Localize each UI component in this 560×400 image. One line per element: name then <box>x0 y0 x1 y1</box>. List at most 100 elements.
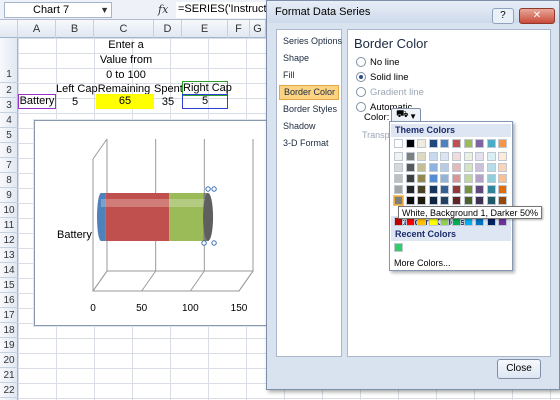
row-header[interactable]: 22 <box>0 383 18 398</box>
theme-shade-swatch[interactable] <box>394 152 403 161</box>
selection-handle[interactable] <box>211 240 217 246</box>
theme-color-swatch[interactable] <box>486 139 496 148</box>
theme-shade-swatch[interactable] <box>486 196 496 205</box>
nav-item-border-color[interactable]: Border Color <box>279 85 339 100</box>
theme-shade-swatch[interactable] <box>463 174 473 183</box>
theme-shade-swatch[interactable] <box>428 196 438 205</box>
theme-shade-swatch[interactable] <box>486 185 496 194</box>
theme-shade-swatch[interactable] <box>405 174 415 183</box>
row-header[interactable]: 8 <box>0 173 18 188</box>
bar-segment-0[interactable] <box>101 193 106 241</box>
fx-icon[interactable]: fx <box>158 3 168 16</box>
row-header[interactable]: 13 <box>0 248 18 263</box>
theme-shade-swatch[interactable] <box>394 174 403 183</box>
row-header[interactable]: 12 <box>0 233 18 248</box>
theme-shade-swatch[interactable] <box>463 185 473 194</box>
cell-e3[interactable]: 5 <box>182 94 228 109</box>
theme-shade-swatch[interactable] <box>405 185 415 194</box>
theme-shade-swatch[interactable] <box>428 174 438 183</box>
cell-b2[interactable]: Left Cap <box>56 83 98 95</box>
nav-item-border-styles[interactable]: Border Styles <box>279 102 339 117</box>
row-header[interactable]: 5 <box>0 128 18 143</box>
theme-shade-swatch[interactable] <box>475 185 485 194</box>
theme-shade-swatch[interactable] <box>405 163 415 172</box>
theme-shade-swatch[interactable] <box>486 152 496 161</box>
theme-color-swatch[interactable] <box>405 139 415 148</box>
theme-shade-swatch[interactable] <box>428 185 438 194</box>
more-colors-link[interactable]: More Colors... <box>394 258 451 268</box>
row-header[interactable]: 1 <box>0 38 18 83</box>
nav-item-series-options[interactable]: Series Options <box>279 34 342 49</box>
row-header[interactable]: 6 <box>0 143 18 158</box>
row-header[interactable]: 18 <box>0 323 18 338</box>
theme-shade-swatch[interactable] <box>475 163 485 172</box>
close-button[interactable]: Close <box>497 359 541 379</box>
theme-shade-swatch[interactable] <box>475 196 485 205</box>
nav-item-shape[interactable]: Shape <box>279 51 339 66</box>
column-header-f[interactable]: F <box>228 20 250 38</box>
theme-shade-swatch[interactable] <box>498 163 508 172</box>
row-header[interactable]: 14 <box>0 263 18 278</box>
cell-b3[interactable]: 5 <box>56 96 94 108</box>
theme-shade-swatch[interactable] <box>440 163 450 172</box>
column-header-b[interactable]: B <box>56 20 94 38</box>
theme-color-swatch[interactable] <box>428 139 438 148</box>
theme-shade-swatch[interactable] <box>428 163 438 172</box>
cell-a3[interactable]: Battery <box>18 94 56 109</box>
row-header[interactable]: 16 <box>0 293 18 308</box>
selection-handle[interactable] <box>205 186 211 192</box>
close-icon[interactable]: ✕ <box>519 8 555 24</box>
theme-color-swatch[interactable] <box>452 139 461 148</box>
theme-shade-swatch[interactable] <box>440 152 450 161</box>
theme-shade-swatch[interactable] <box>486 163 496 172</box>
nav-item-fill[interactable]: Fill <box>279 68 339 83</box>
theme-shade-swatch[interactable] <box>394 196 403 205</box>
row-header[interactable]: 2 <box>0 83 18 98</box>
nav-item-3d-format[interactable]: 3-D Format <box>279 136 339 151</box>
theme-shade-swatch[interactable] <box>417 185 427 194</box>
row-header[interactable]: 4 <box>0 113 18 128</box>
cell-d3[interactable]: 35 <box>154 96 182 108</box>
theme-shade-swatch[interactable] <box>417 163 427 172</box>
help-icon[interactable]: ? <box>491 8 514 24</box>
theme-shade-swatch[interactable] <box>417 196 427 205</box>
theme-shade-swatch[interactable] <box>463 163 473 172</box>
row-header[interactable]: 7 <box>0 158 18 173</box>
row-header[interactable]: 9 <box>0 188 18 203</box>
theme-shade-swatch[interactable] <box>394 185 403 194</box>
name-box[interactable]: Chart 7 ▼ <box>4 2 112 18</box>
theme-shade-swatch[interactable] <box>452 185 461 194</box>
selection-handle[interactable] <box>211 186 217 192</box>
row-header[interactable]: 19 <box>0 338 18 353</box>
theme-shade-swatch[interactable] <box>440 185 450 194</box>
theme-shade-swatch[interactable] <box>498 196 508 205</box>
theme-shade-swatch[interactable] <box>498 152 508 161</box>
radio-button[interactable] <box>356 57 366 68</box>
row-header[interactable]: 17 <box>0 308 18 323</box>
theme-shade-swatch[interactable] <box>394 163 403 172</box>
column-header-a[interactable]: A <box>18 20 56 38</box>
row-header[interactable]: 20 <box>0 353 18 368</box>
bar-segment-1[interactable] <box>105 193 170 241</box>
column-header-c[interactable]: C <box>94 20 154 38</box>
nav-item-shadow[interactable]: Shadow <box>279 119 339 134</box>
cell-d2[interactable]: Spent <box>154 83 183 95</box>
theme-shade-swatch[interactable] <box>440 174 450 183</box>
theme-color-swatch[interactable] <box>463 139 473 148</box>
theme-shade-swatch[interactable] <box>475 174 485 183</box>
column-header-d[interactable]: D <box>154 20 182 38</box>
radio-solid-line[interactable]: Solid line <box>356 71 409 85</box>
theme-shade-swatch[interactable] <box>405 196 415 205</box>
theme-shade-swatch[interactable] <box>452 174 461 183</box>
theme-shade-swatch[interactable] <box>498 174 508 183</box>
theme-color-swatch[interactable] <box>417 139 427 148</box>
theme-shade-swatch[interactable] <box>452 152 461 161</box>
battery-chart[interactable]: 0 50 100 150 Battery <box>34 120 272 326</box>
theme-color-swatch[interactable] <box>394 139 403 148</box>
theme-color-swatch[interactable] <box>440 139 450 148</box>
select-all-corner[interactable] <box>0 20 18 38</box>
theme-shade-swatch[interactable] <box>417 174 427 183</box>
theme-shade-swatch[interactable] <box>405 152 415 161</box>
row-header[interactable]: 15 <box>0 278 18 293</box>
theme-shade-swatch[interactable] <box>486 174 496 183</box>
